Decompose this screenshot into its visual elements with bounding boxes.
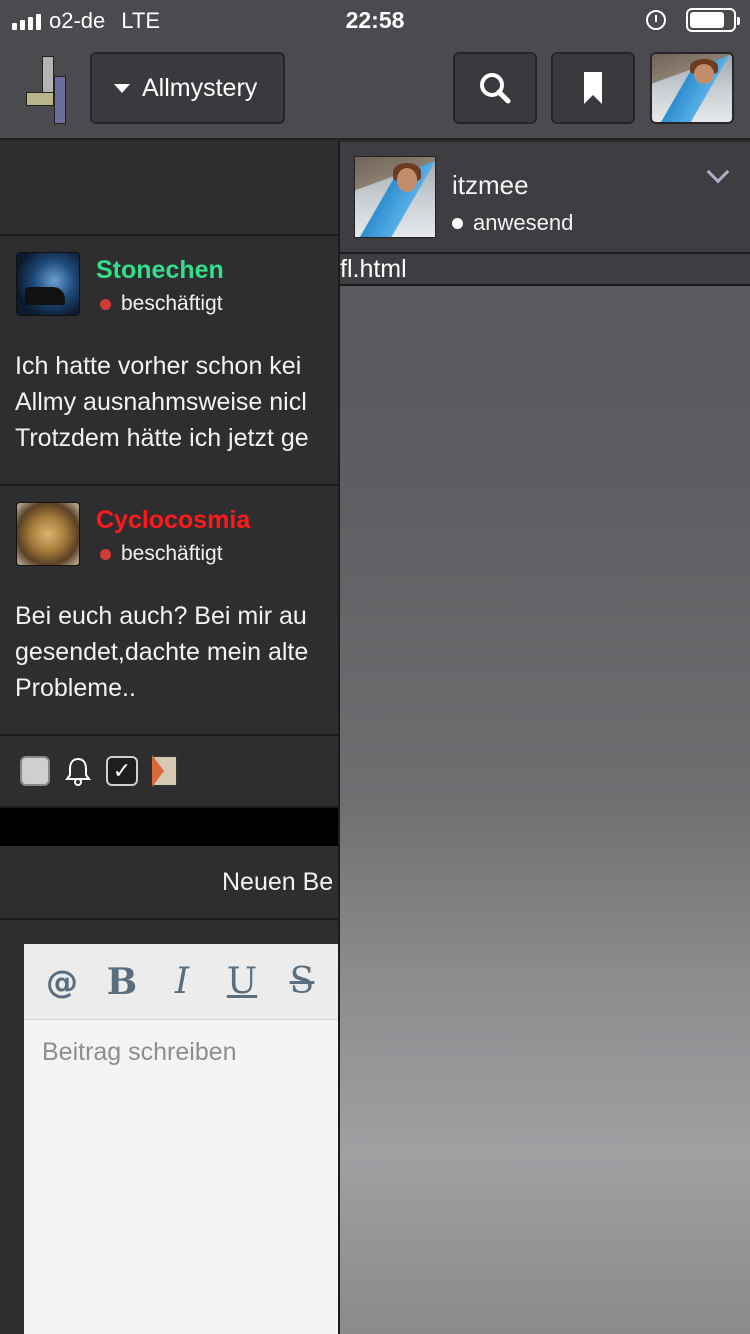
avatar [652, 54, 732, 122]
strikethrough-button[interactable]: S [286, 961, 318, 1002]
post-line: Ich hatte vorher schon kei [15, 352, 302, 380]
user-panel-status: anwesend [452, 210, 573, 236]
chevron-down-icon[interactable] [706, 160, 730, 184]
allmystery-logo[interactable] [26, 54, 68, 126]
post-line: Bei euch auch? Bei mir au [15, 602, 307, 630]
search-icon [480, 73, 511, 104]
post-author[interactable]: Stonechen [96, 256, 224, 285]
post: Stonechen beschäftigt Ich hatte vorher s… [0, 236, 340, 486]
checked-checkbox-icon[interactable]: ✓ [106, 756, 138, 786]
busy-dot-icon [100, 548, 111, 560]
post-author-status: beschäftigt [100, 542, 223, 566]
post-status-label: beschäftigt [121, 542, 223, 565]
bold-button[interactable]: B [106, 961, 138, 1003]
alarm-icon [646, 10, 666, 30]
bookmark-icon [584, 72, 602, 104]
thread-top-bar [0, 142, 340, 236]
app-header: Allmystery [0, 40, 750, 140]
underline-button[interactable]: U [226, 961, 258, 1002]
user-panel-status-label: anwesend [473, 210, 574, 235]
bookmark-button[interactable] [551, 52, 635, 124]
post-line: Trotzdem hätte ich jetzt ge [15, 424, 309, 452]
user-side-panel: itzmee anwesend fl.html [338, 142, 750, 1334]
italic-button[interactable]: I [166, 961, 198, 1002]
online-dot-icon [452, 217, 463, 229]
status-bar: o2-de LTE 22:58 [0, 0, 750, 40]
bell-icon[interactable] [64, 756, 92, 786]
post-textarea[interactable]: Beitrag schreiben [24, 1020, 340, 1085]
busy-dot-icon [100, 298, 111, 310]
clock: 22:58 [345, 7, 405, 33]
new-post-heading: Neuen Be [0, 846, 340, 920]
forum-selector-button[interactable]: Allmystery [90, 52, 285, 124]
post: Cyclocosmia beschäftigt Bei euch auch? B… [0, 486, 340, 736]
select-checkbox[interactable] [20, 756, 50, 786]
thread-content: Stonechen beschäftigt Ich hatte vorher s… [0, 142, 340, 1334]
search-button[interactable] [453, 52, 537, 124]
forum-selector-label: Allmystery [142, 73, 258, 102]
mention-button[interactable]: @ [46, 963, 78, 1001]
user-avatar-button[interactable] [650, 52, 734, 124]
caret-down-icon [114, 83, 130, 93]
post-editor[interactable]: @ B I U S Beitrag schreiben [24, 944, 340, 1334]
post-author-status: beschäftigt [100, 292, 223, 316]
post-line: Probleme.. [15, 674, 136, 702]
user-panel-avatar [354, 156, 436, 238]
post-author[interactable]: Cyclocosmia [96, 506, 250, 535]
post-line: Allmy ausnahmsweise nicl [15, 388, 307, 416]
new-post-label: Neuen Be [222, 867, 334, 896]
post-line: gesendet,dachte mein alte [15, 638, 309, 666]
post-avatar[interactable] [16, 252, 80, 316]
post-status-label: beschäftigt [121, 292, 223, 315]
editor-toolbar: @ B I U S [24, 944, 340, 1020]
thread-actions: ✓ [0, 736, 340, 808]
post-avatar[interactable] [16, 502, 80, 566]
document-icon[interactable] [152, 755, 178, 787]
user-panel-header[interactable]: itzmee anwesend [340, 142, 750, 254]
url-text: fl.html [340, 254, 750, 286]
status-right [646, 8, 740, 32]
user-panel-username: itzmee [452, 170, 529, 200]
battery-icon [686, 8, 740, 32]
separator-bar [0, 808, 340, 846]
